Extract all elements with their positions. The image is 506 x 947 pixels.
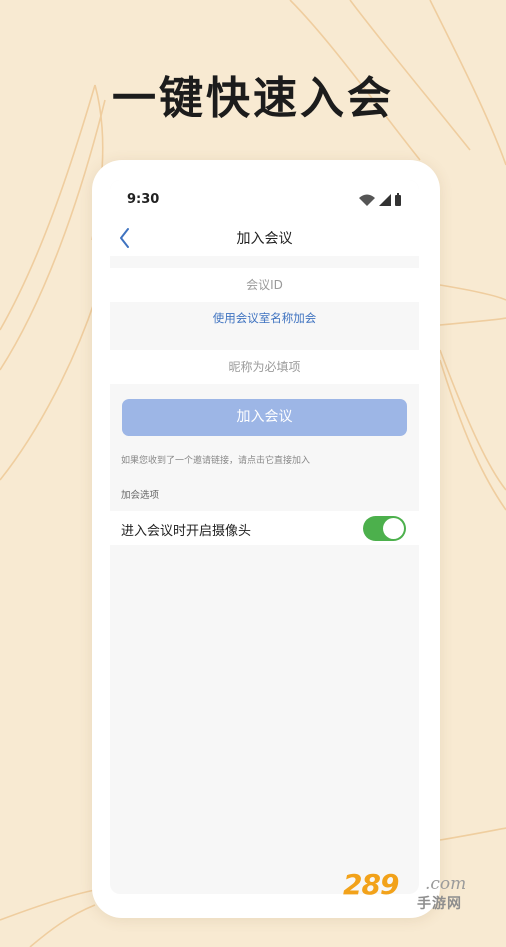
signal-icon — [379, 194, 391, 206]
camera-option-label: 进入会议时开启摄像头 — [121, 524, 252, 539]
battery-icon — [395, 195, 401, 206]
wifi-icon — [359, 194, 375, 206]
room-name-link[interactable]: 使用会议室名称加会 — [110, 310, 419, 326]
nav-bar: 加入会议 — [110, 220, 419, 256]
status-icons — [359, 193, 401, 206]
status-time: 9:30 — [127, 192, 160, 207]
options-section-label: 加会选项 — [121, 490, 160, 501]
watermark-cn: 手游网 — [417, 896, 462, 912]
meeting-id-input[interactable]: 会议ID — [110, 268, 419, 302]
nickname-input[interactable]: 昵称为必填项 — [110, 350, 419, 384]
watermark-number: 289 — [343, 868, 399, 901]
invite-hint: 如果您收到了一个邀请链接，请点击它直接加入 — [121, 456, 311, 466]
toggle-knob — [383, 518, 404, 539]
headline: 一键快速入会 — [112, 73, 394, 124]
camera-option-row: 进入会议时开启摄像头 — [110, 511, 419, 545]
join-meeting-button[interactable]: 加入会议 — [122, 399, 407, 436]
site-watermark: 289 .com 手游网 — [343, 868, 481, 912]
page-title: 加入会议 — [236, 231, 293, 247]
status-bar: 9:30 — [110, 180, 419, 220]
camera-toggle[interactable] — [363, 516, 406, 541]
phone-screen: 9:30 加入会议 会议ID 使用会议室名称加会 昵称为必填项 加入会议 如果您… — [110, 180, 419, 894]
watermark-suffix: .com — [425, 874, 467, 894]
